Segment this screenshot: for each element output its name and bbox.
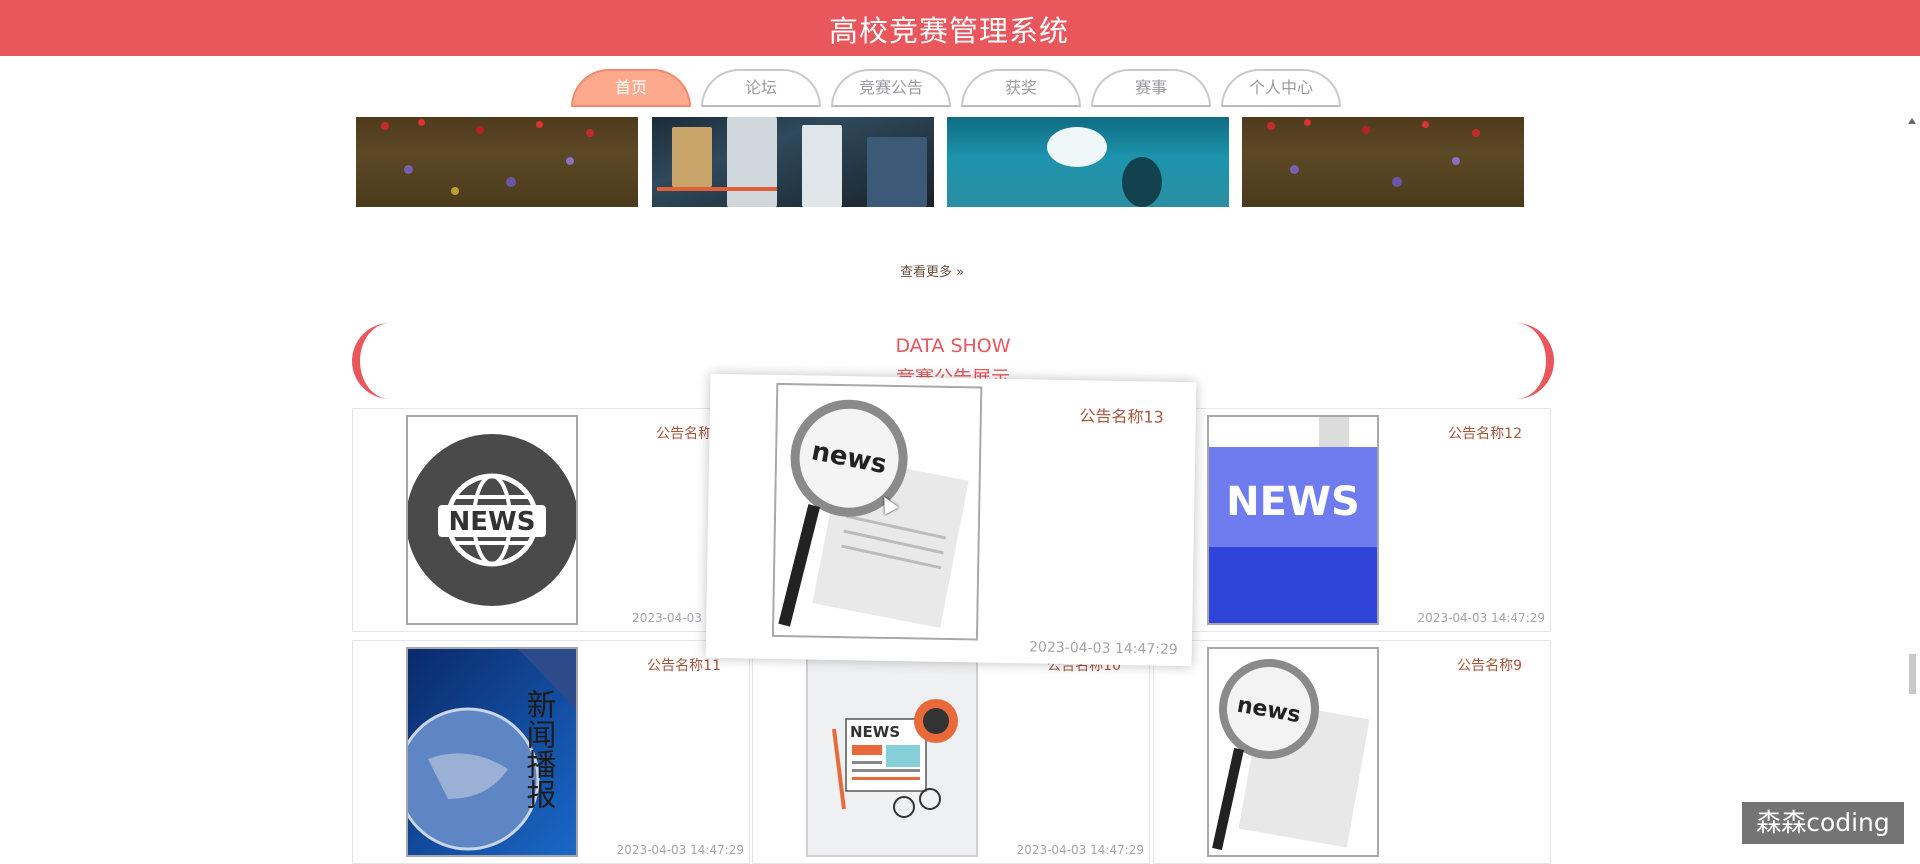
notice-card[interactable]: NEWS 公告名称1 2023-04-03 14 bbox=[352, 408, 750, 632]
notice-card[interactable]: NEWS 公告名称10 2023-04-03 14:47:29 bbox=[752, 640, 1150, 864]
notice-time: 2023-04-03 14:47:29 bbox=[616, 843, 744, 857]
magnifier-news-image: news bbox=[1207, 647, 1379, 857]
news-key-image: NEWS bbox=[1207, 415, 1379, 625]
magnifier-news-image: news bbox=[771, 382, 983, 641]
nav-tab-awards[interactable]: 获奖 bbox=[961, 69, 1081, 107]
notice-time: 2023-04-03 14:47:29 bbox=[1016, 843, 1144, 857]
nav-tab-events[interactable]: 赛事 bbox=[1091, 69, 1211, 107]
banner-image-flowers[interactable] bbox=[356, 117, 638, 207]
banner-image-flowers-2[interactable] bbox=[1242, 117, 1524, 207]
nav-tab-forum[interactable]: 论坛 bbox=[701, 69, 821, 107]
nav-tab-personal-center[interactable]: 个人中心 bbox=[1221, 69, 1341, 107]
page-scrollbar[interactable] bbox=[1907, 118, 1917, 856]
notice-title[interactable]: 公告名称11 bbox=[647, 655, 721, 675]
watermark-text: 森森coding bbox=[1742, 802, 1904, 844]
section-title-en: DATA SHOW bbox=[895, 335, 1011, 357]
notice-title[interactable]: 公告名称13 bbox=[1079, 402, 1164, 427]
banner-image-sea[interactable] bbox=[947, 117, 1229, 207]
key-news-text: NEWS bbox=[1226, 479, 1360, 525]
notice-title[interactable]: 公告名称12 bbox=[1448, 423, 1522, 443]
main-nav: 首页 论坛 竞赛公告 获奖 赛事 个人中心 bbox=[571, 69, 1351, 109]
world-news-cn-text: 新闻播报 bbox=[521, 689, 557, 809]
scroll-up-icon[interactable] bbox=[1908, 118, 1916, 124]
nav-tab-competition-notice[interactable]: 竞赛公告 bbox=[831, 69, 951, 107]
site-title: 高校竞赛管理系统 bbox=[828, 14, 1069, 48]
scrollbar-thumb[interactable] bbox=[1909, 654, 1916, 694]
notice-card-hovered[interactable]: news 公告名称13 2023-04-03 14:47:29 bbox=[705, 373, 1197, 667]
notice-title[interactable]: 公告名称9 bbox=[1457, 655, 1522, 675]
banner-image-city[interactable] bbox=[652, 117, 934, 207]
top-header-bar: 高校竞赛管理系统 bbox=[0, 0, 1920, 56]
world-news-image: 新闻播报 bbox=[406, 647, 578, 857]
nav-tab-home[interactable]: 首页 bbox=[571, 69, 691, 107]
notice-card[interactable]: news 公告名称9 bbox=[1153, 640, 1551, 864]
globe-news-text: NEWS bbox=[449, 507, 536, 537]
view-more-link[interactable]: 查看更多 » bbox=[900, 261, 964, 280]
notice-card[interactable]: 新闻播报 公告名称11 2023-04-03 14:47:29 bbox=[352, 640, 750, 864]
notice-card[interactable]: NEWS 公告名称12 2023-04-03 14:47:29 bbox=[1153, 408, 1551, 632]
notice-time: 2023-04-03 14:47:29 bbox=[1417, 611, 1545, 625]
notice-time: 2023-04-03 14:47:29 bbox=[1028, 639, 1178, 658]
newspaper-illustration-image: NEWS bbox=[806, 647, 978, 857]
illustration-news-text: NEWS bbox=[850, 723, 900, 741]
globe-news-image: NEWS bbox=[406, 415, 578, 625]
